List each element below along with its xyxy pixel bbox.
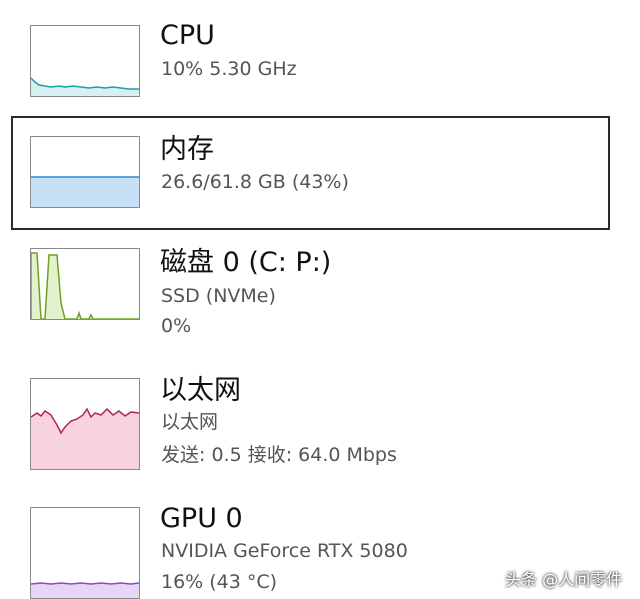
cpu-usage-text: 10% 5.30 GHz [161, 58, 297, 80]
perf-item-memory[interactable]: 内存 26.6/61.8 GB (43%) [0, 116, 640, 230]
ethernet-graph-thumbnail [30, 378, 140, 470]
gpu-title: GPU 0 [160, 503, 243, 534]
ethernet-throughput-text: 发送: 0.5 接收: 64.0 Mbps [161, 444, 397, 466]
disk-title: 磁盘 0 (C: P:) [160, 247, 332, 278]
perf-item-cpu[interactable]: CPU 10% 5.30 GHz [0, 0, 640, 110]
perf-item-ethernet[interactable]: 以太网 以太网 发送: 0.5 接收: 64.0 Mbps [0, 365, 640, 485]
gpu-model-text: NVIDIA GeForce RTX 5080 [161, 540, 408, 562]
gpu-usage-text: 16% (43 °C) [161, 571, 278, 593]
disk-usage-text: 0% [161, 315, 192, 337]
ethernet-adapter-text: 以太网 [161, 411, 219, 433]
perf-item-disk[interactable]: 磁盘 0 (C: P:) SSD (NVMe) 0% [0, 235, 640, 355]
memory-usage-text: 26.6/61.8 GB (43%) [161, 171, 349, 193]
memory-title: 内存 [160, 134, 214, 165]
memory-graph-thumbnail [30, 136, 140, 208]
cpu-graph-thumbnail [30, 25, 140, 97]
disk-type-text: SSD (NVMe) [161, 285, 276, 307]
disk-graph-thumbnail [30, 248, 140, 320]
ethernet-title: 以太网 [160, 375, 241, 406]
cpu-title: CPU [160, 20, 215, 51]
gpu-graph-thumbnail [30, 507, 140, 599]
watermark: 头条 @人间零件 [505, 570, 623, 589]
performance-sidebar: CPU 10% 5.30 GHz 内存 26.6/61.8 GB (43%) 磁… [0, 0, 640, 599]
